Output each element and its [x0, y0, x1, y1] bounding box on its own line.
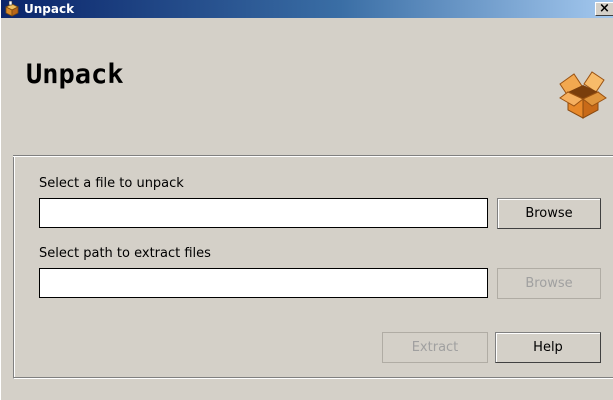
unpack-dialog-window: Unpack × Unpack Select a file to unpack …	[0, 0, 613, 400]
file-path-input[interactable]	[39, 198, 488, 228]
panel-bottom-edge	[13, 377, 613, 378]
browse-path-button[interactable]: Browse	[497, 268, 601, 299]
extract-path-input[interactable]	[39, 268, 488, 298]
page-title: Unpack	[26, 59, 124, 90]
unpack-app-icon	[4, 0, 20, 17]
path-label: Select path to extract files	[39, 246, 211, 261]
file-label: Select a file to unpack	[39, 176, 184, 191]
browse-file-button[interactable]: Browse	[497, 198, 601, 229]
window-title: Unpack	[24, 2, 75, 16]
extract-button[interactable]: Extract	[382, 332, 488, 363]
open-box-icon	[556, 70, 608, 120]
help-button[interactable]: Help	[495, 332, 601, 363]
panel-edge-highlight	[14, 157, 15, 378]
close-button[interactable]: ×	[595, 2, 613, 16]
title-bar[interactable]: Unpack ×	[1, 0, 613, 18]
close-icon: ×	[599, 2, 610, 16]
